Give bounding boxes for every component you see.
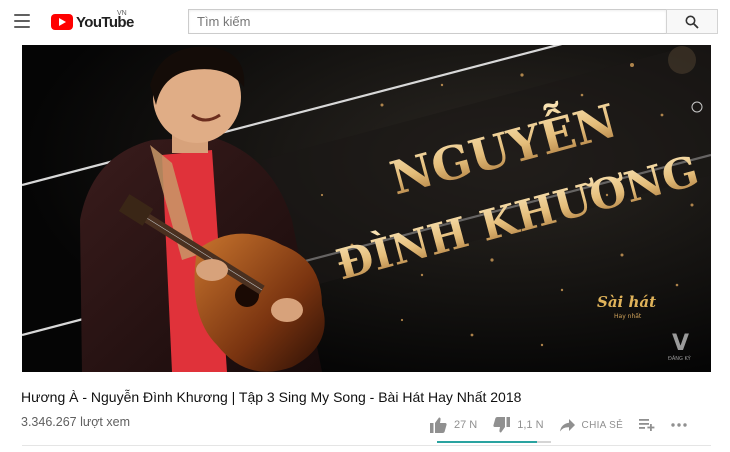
channel-watermark[interactable]: V ĐĂNG KÝ [668, 331, 692, 362]
divider [22, 445, 711, 446]
video-frame: NGUYỄN ĐÌNH KHƯƠNG Sài hát Hay nhất V ĐĂ… [22, 45, 711, 372]
more-icon [671, 423, 687, 427]
add-to-playlist-icon [639, 419, 655, 431]
video-player[interactable]: NGUYỄN ĐÌNH KHƯƠNG Sài hát Hay nhất V ĐĂ… [22, 45, 711, 372]
show-logo-line1: Sài hát [597, 293, 656, 311]
search-button[interactable] [666, 9, 718, 34]
menu-icon[interactable] [14, 14, 30, 28]
like-count: 27 N [454, 419, 478, 431]
search-icon [685, 15, 699, 29]
view-count: 3.346.267 lượt xem [21, 415, 130, 429]
add-to-playlist-button[interactable] [639, 419, 655, 431]
show-logo-line2: Hay nhất [614, 313, 642, 320]
dislike-button[interactable]: 1,1 N [493, 417, 544, 433]
sentiment-like-fill [437, 441, 538, 443]
youtube-logo-icon [51, 14, 73, 30]
share-button[interactable]: CHIA SẺ [559, 418, 624, 432]
subscribe-label: ĐĂNG KÝ [668, 355, 692, 362]
thumbs-up-icon [430, 417, 447, 433]
share-icon [559, 418, 575, 431]
dislike-count: 1,1 N [517, 419, 544, 431]
like-button[interactable]: 27 N [430, 417, 477, 433]
channel-badge-letter: V [672, 331, 689, 356]
search-box [188, 9, 666, 34]
video-title: Hương À - Nguyễn Đình Khương | Tập 3 Sin… [21, 389, 522, 405]
more-actions-button[interactable] [671, 423, 687, 427]
thumbs-down-icon [493, 417, 511, 433]
search-input[interactable] [189, 10, 666, 33]
video-actions: 27 N 1,1 N CHIA SẺ [430, 414, 703, 436]
masthead: YouTube VN [0, 0, 730, 44]
country-code: VN [117, 10, 127, 17]
share-label: CHIA SẺ [581, 419, 624, 431]
sentiment-bar [437, 441, 551, 443]
